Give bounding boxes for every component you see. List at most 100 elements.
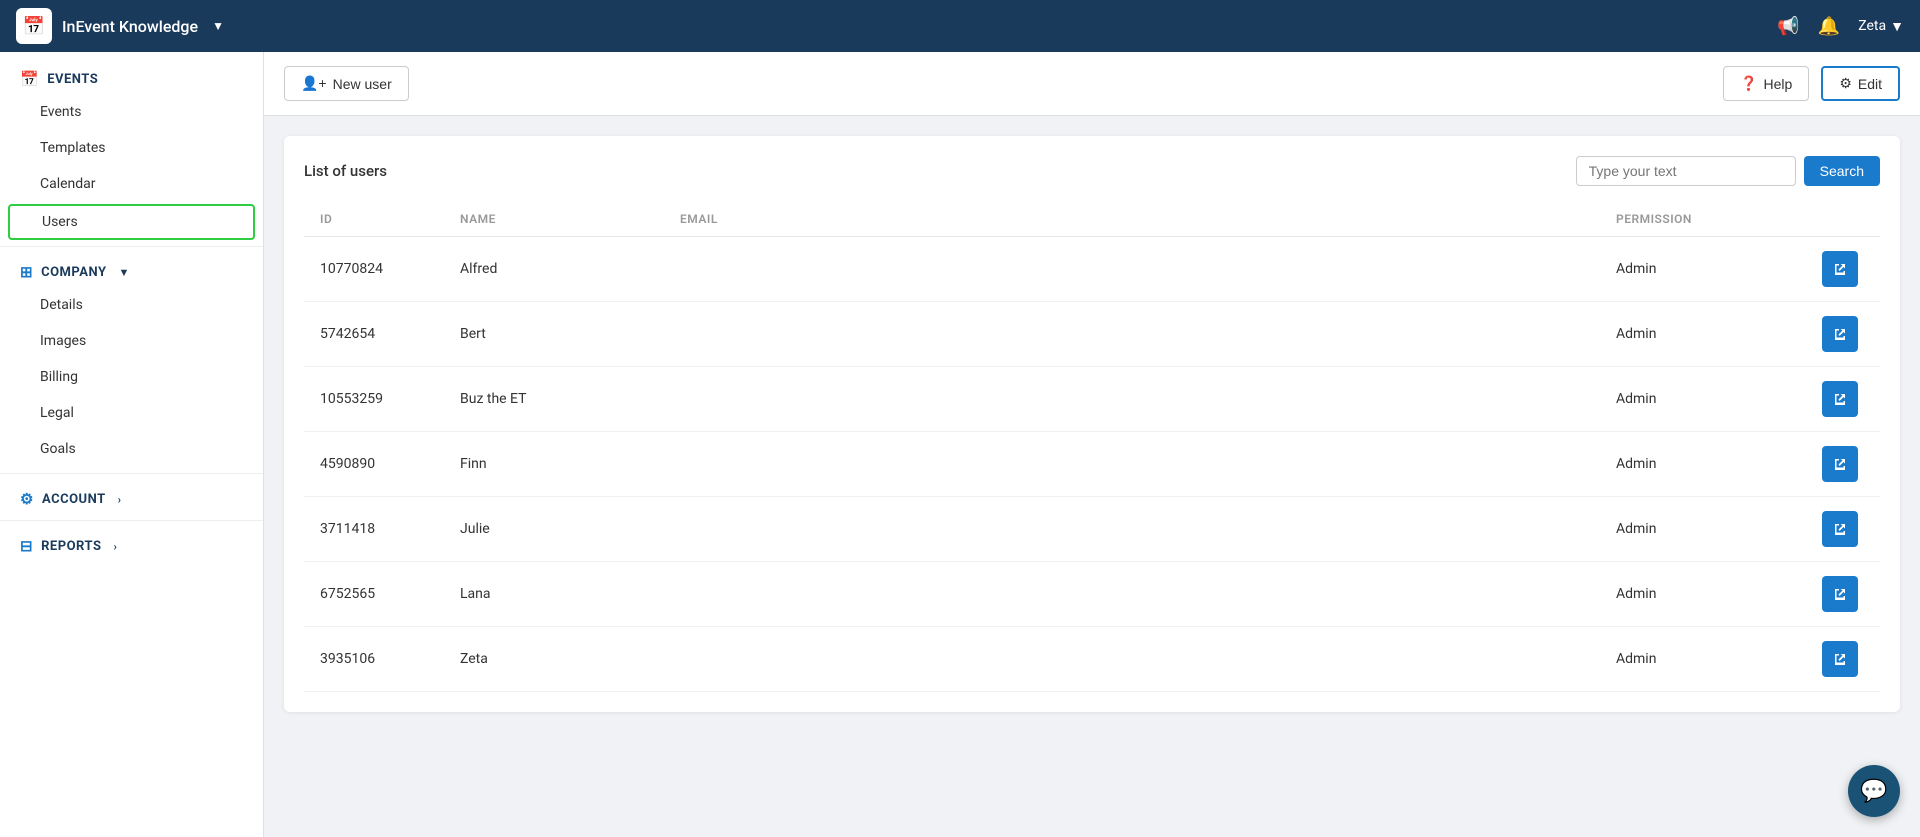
cell-name: Zeta [444,627,664,692]
sidebar-divider-1 [0,246,263,247]
open-user-button[interactable] [1822,511,1858,547]
user-chevron-icon: ▼ [1890,18,1904,35]
table-row: 3935106 Zeta Admin [304,627,1880,692]
open-user-button[interactable] [1822,641,1858,677]
cell-email [664,237,1600,302]
main-layout: 📅 EVENTS Events Templates Calendar Users… [0,52,1920,837]
sidebar-item-images[interactable]: Images [0,323,263,359]
help-button[interactable]: ❓ Help [1723,66,1809,101]
col-header-email: EMAIL [664,202,1600,237]
table-row: 5742654 Bert Admin [304,302,1880,367]
new-user-button[interactable]: 👤+ New user [284,66,409,101]
cell-id: 5742654 [304,302,444,367]
user-menu[interactable]: Zeta ▼ [1858,18,1904,35]
cell-action [1800,432,1880,497]
card-title: List of users [304,162,387,180]
sidebar-item-goals[interactable]: Goals [0,431,263,467]
table-row: 6752565 Lana Admin [304,562,1880,627]
cell-permission: Admin [1600,367,1800,432]
cell-name: Finn [444,432,664,497]
col-header-permission: PERMISSION [1600,202,1800,237]
toolbar-right: ❓ Help ⚙ Edit [1723,66,1900,101]
page-body: List of users Search ID NAME EMAIL PERMI… [264,116,1920,837]
sidebar-item-billing[interactable]: Billing [0,359,263,395]
cell-id: 3711418 [304,497,444,562]
cell-permission: Admin [1600,562,1800,627]
reports-section-label: REPORTS [41,539,101,554]
edit-button[interactable]: ⚙ Edit [1821,66,1900,101]
sidebar-item-calendar[interactable]: Calendar [0,166,263,202]
users-card: List of users Search ID NAME EMAIL PERMI… [284,136,1900,712]
table-row: 4590890 Finn Admin [304,432,1880,497]
cell-action [1800,562,1880,627]
cell-action [1800,302,1880,367]
sidebar-section-account[interactable]: ⚙ ACCOUNT › [0,480,263,514]
chat-icon: 💬 [1860,779,1887,804]
company-section-label: COMPANY [41,265,106,280]
sidebar-item-events[interactable]: Events [0,94,263,130]
open-user-button[interactable] [1822,316,1858,352]
sidebar-item-legal[interactable]: Legal [0,395,263,431]
cell-name: Bert [444,302,664,367]
sidebar-section-company[interactable]: ⊞ COMPANY ▼ [0,253,263,287]
cell-id: 4590890 [304,432,444,497]
cell-name: Buz the ET [444,367,664,432]
cell-id: 6752565 [304,562,444,627]
cell-permission: Admin [1600,237,1800,302]
company-chevron-icon: ▼ [119,266,130,279]
cell-email [664,367,1600,432]
calendar-icon: 📅 [20,70,39,88]
cell-email [664,627,1600,692]
table-row: 3711418 Julie Admin [304,497,1880,562]
reports-chevron-icon: › [113,540,117,553]
open-user-button[interactable] [1822,446,1858,482]
sidebar: 📅 EVENTS Events Templates Calendar Users… [0,52,264,837]
help-icon: ❓ [1740,75,1757,92]
chat-bubble[interactable]: 💬 [1848,765,1900,817]
sidebar-item-templates[interactable]: Templates [0,130,263,166]
table-row: 10770824 Alfred Admin [304,237,1880,302]
topnav-right: 📢 🔔 Zeta ▼ [1777,16,1904,37]
cell-email [664,497,1600,562]
cell-action [1800,237,1880,302]
open-user-button[interactable] [1822,251,1858,287]
table-header: ID NAME EMAIL PERMISSION [304,202,1880,237]
app-logo[interactable]: 📅 [16,8,52,44]
gear-icon: ⚙ [1839,75,1852,92]
col-header-action [1800,202,1880,237]
cell-action [1800,497,1880,562]
search-input[interactable] [1576,156,1796,186]
account-icon: ⚙ [20,490,34,508]
bell-icon[interactable]: 🔔 [1818,16,1840,37]
events-section-label: EVENTS [47,72,98,87]
sidebar-section-events[interactable]: 📅 EVENTS [0,60,263,94]
top-navigation: 📅 InEvent Knowledge ▼ 📢 🔔 Zeta ▼ [0,0,1920,52]
cell-id: 10553259 [304,367,444,432]
app-title-chevron-icon[interactable]: ▼ [212,19,224,33]
megaphone-icon[interactable]: 📢 [1777,16,1799,37]
cell-name: Lana [444,562,664,627]
cell-email [664,302,1600,367]
cell-id: 10770824 [304,237,444,302]
open-user-button[interactable] [1822,576,1858,612]
cell-id: 3935106 [304,627,444,692]
reports-icon: ⊟ [20,537,33,555]
main-content: 👤+ New user ❓ Help ⚙ Edit List of users [264,52,1920,837]
sidebar-item-details[interactable]: Details [0,287,263,323]
cell-permission: Admin [1600,627,1800,692]
page-toolbar: 👤+ New user ❓ Help ⚙ Edit [264,52,1920,116]
cell-permission: Admin [1600,302,1800,367]
cell-permission: Admin [1600,432,1800,497]
open-user-button[interactable] [1822,381,1858,417]
company-icon: ⊞ [20,263,33,281]
cell-permission: Admin [1600,497,1800,562]
search-area: Search [1576,156,1880,186]
topnav-left: 📅 InEvent Knowledge ▼ [16,8,224,44]
sidebar-section-reports[interactable]: ⊟ REPORTS › [0,527,263,561]
cell-email [664,432,1600,497]
search-button[interactable]: Search [1804,156,1880,186]
cell-name: Alfred [444,237,664,302]
account-section-label: ACCOUNT [42,492,106,507]
col-header-name: NAME [444,202,664,237]
sidebar-item-users[interactable]: Users [8,204,255,240]
